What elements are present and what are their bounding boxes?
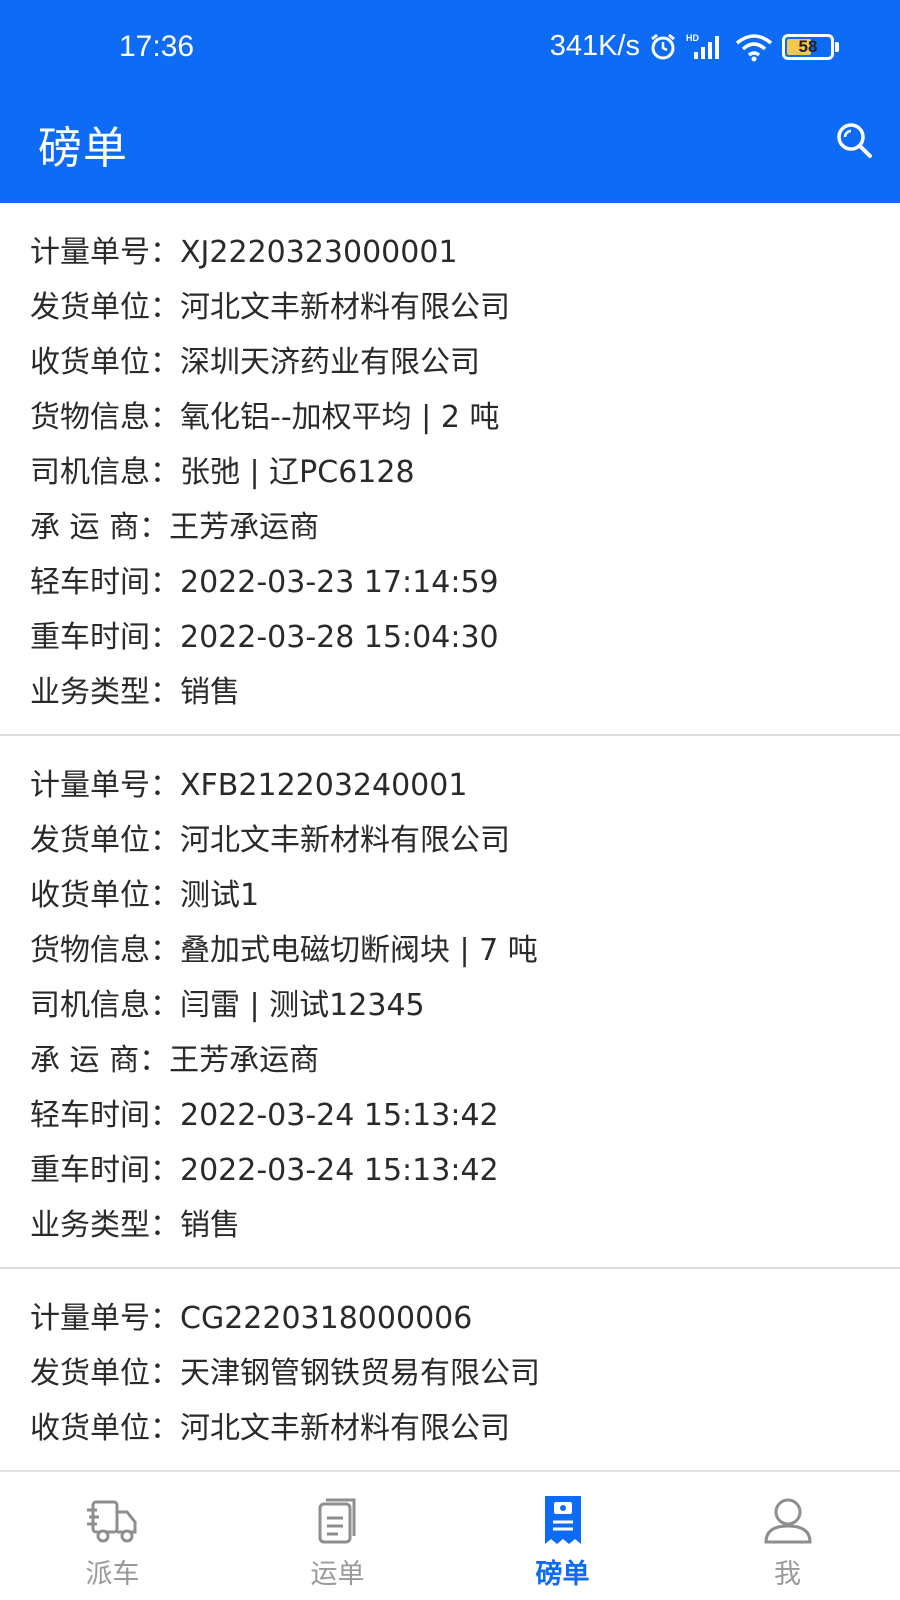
bottom-tabbar: 派车 运单 磅单 我 bbox=[0, 1471, 900, 1600]
weigh-ticket-card[interactable]: 计量单号：XJ2220323000001 发货单位：河北文丰新材料有限公司 收货单位… bbox=[0, 203, 900, 736]
field-row: 业务类型：销售 bbox=[30, 1198, 900, 1253]
field-value: 2022-03-23 17:14:59 bbox=[180, 565, 499, 600]
field-value: 销售 bbox=[180, 675, 240, 710]
weigh-ticket-list[interactable]: 计量单号：XJ2220323000001 发货单位：河北文丰新材料有限公司 收货单位… bbox=[0, 203, 900, 1471]
battery-level: 58 bbox=[798, 36, 818, 56]
field-row: 发货单位：天津钢管钢铁贸易有限公司 bbox=[30, 1346, 900, 1401]
app-header: 17:36 341K/s HD 58 磅单 bbox=[0, 0, 900, 203]
field-label: 计量单号： bbox=[30, 768, 180, 803]
field-row: 货物信息：叠加式电磁切断阀块 | 7 吨 bbox=[30, 923, 900, 978]
field-label: 司机信息： bbox=[30, 455, 180, 490]
field-label: 计量单号： bbox=[30, 1301, 180, 1336]
field-value: 2022-03-24 15:13:42 bbox=[180, 1153, 499, 1188]
field-row: 货物信息：氧化铝--加权平均 | 2 吨 bbox=[30, 390, 900, 445]
page-title: 磅单 bbox=[38, 123, 128, 174]
field-label: 轻车时间： bbox=[30, 1098, 180, 1133]
field-value: CG2220318000006 bbox=[180, 1301, 473, 1336]
tab-label: 运单 bbox=[310, 1559, 365, 1590]
network-speed: 341K/s bbox=[549, 30, 640, 62]
truck-icon bbox=[83, 1490, 143, 1550]
field-label: 收货单位： bbox=[30, 1411, 180, 1446]
field-row: 业务类型：销售 bbox=[30, 665, 900, 720]
hd-signal-icon: HD bbox=[686, 32, 726, 62]
field-row: 重车时间：2022-03-24 15:13:42 bbox=[30, 1143, 900, 1198]
field-value: 河北文丰新材料有限公司 bbox=[180, 290, 510, 325]
field-label: 货物信息： bbox=[30, 400, 180, 435]
field-row: 计量单号：XFB212203240001 bbox=[30, 758, 900, 813]
field-row: 计量单号：XJ2220323000001 bbox=[30, 225, 900, 280]
field-label: 发货单位： bbox=[30, 290, 180, 325]
tab-weigh-ticket[interactable]: 磅单 bbox=[450, 1472, 675, 1600]
field-value: 氧化铝--加权平均 | 2 吨 bbox=[180, 400, 500, 435]
search-icon[interactable] bbox=[828, 114, 880, 166]
field-label: 重车时间： bbox=[30, 1153, 180, 1188]
tab-label: 我 bbox=[774, 1559, 801, 1590]
field-row: 计量单号：CG2220318000006 bbox=[30, 1291, 900, 1346]
field-label: 收货单位： bbox=[30, 878, 180, 913]
field-label: 发货单位： bbox=[30, 823, 180, 858]
field-row: 收货单位：深圳天济药业有限公司 bbox=[30, 335, 900, 390]
tab-user[interactable]: 我 bbox=[675, 1472, 900, 1600]
field-value: 张弛 | 辽PC6128 bbox=[180, 455, 415, 490]
field-value: 深圳天济药业有限公司 bbox=[180, 345, 480, 380]
alarm-icon bbox=[648, 32, 678, 62]
status-time: 17:36 bbox=[119, 30, 195, 63]
weigh-ticket-card[interactable]: 计量单号：XFB212203240001 发货单位：河北文丰新材料有限公司 收货单位… bbox=[0, 736, 900, 1269]
field-label: 收货单位： bbox=[30, 345, 180, 380]
field-row: 轻车时间：2022-03-23 17:14:59 bbox=[30, 555, 900, 610]
weigh-ticket-card[interactable]: 计量单号：CG2220318000006 发货单位：天津钢管钢铁贸易有限公司 收货单… bbox=[0, 1269, 900, 1471]
field-value: 2022-03-24 15:13:42 bbox=[180, 1098, 499, 1133]
field-row: 司机信息：张弛 | 辽PC6128 bbox=[30, 445, 900, 500]
field-row: 承 运 商：王芳承运商 bbox=[30, 1033, 900, 1088]
field-value: 王芳承运商 bbox=[169, 510, 320, 545]
field-label: 重车时间： bbox=[30, 620, 180, 655]
field-value: 王芳承运商 bbox=[169, 1043, 320, 1078]
field-value: 叠加式电磁切断阀块 | 7 吨 bbox=[180, 933, 538, 968]
field-row: 司机信息：闫雷 | 测试12345 bbox=[30, 978, 900, 1033]
field-value: 河北文丰新材料有限公司 bbox=[180, 1411, 510, 1446]
wifi-icon bbox=[734, 32, 774, 62]
svg-text:HD: HD bbox=[686, 33, 699, 43]
field-value: 河北文丰新材料有限公司 bbox=[180, 823, 510, 858]
battery-icon: 58 bbox=[782, 33, 840, 60]
status-indicators: 341K/s HD 58 bbox=[550, 30, 840, 63]
tab-document[interactable]: 运单 bbox=[225, 1472, 450, 1600]
field-row: 发货单位：河北文丰新材料有限公司 bbox=[30, 813, 900, 868]
field-label: 承 运 商： bbox=[30, 1043, 170, 1078]
weigh-ticket-icon bbox=[533, 1490, 593, 1550]
tab-label: 派车 bbox=[85, 1559, 140, 1590]
field-value: 天津钢管钢铁贸易有限公司 bbox=[180, 1356, 540, 1391]
field-row: 收货单位：河北文丰新材料有限公司 bbox=[30, 1401, 900, 1456]
field-row: 重车时间：2022-03-28 15:04:30 bbox=[30, 610, 900, 665]
field-value: 测试1 bbox=[180, 878, 260, 913]
tab-truck[interactable]: 派车 bbox=[0, 1472, 225, 1600]
field-label: 业务类型： bbox=[30, 675, 180, 710]
field-row: 承 运 商：王芳承运商 bbox=[30, 500, 900, 555]
field-label: 计量单号： bbox=[30, 235, 180, 270]
field-value: XFB212203240001 bbox=[180, 768, 468, 803]
field-value: XJ2220323000001 bbox=[180, 235, 458, 270]
field-row: 轻车时间：2022-03-24 15:13:42 bbox=[30, 1088, 900, 1143]
field-label: 轻车时间： bbox=[30, 565, 180, 600]
field-label: 承 运 商： bbox=[30, 510, 170, 545]
field-value: 2022-03-28 15:04:30 bbox=[180, 620, 499, 655]
field-row: 收货单位：测试1 bbox=[30, 868, 900, 923]
field-label: 业务类型： bbox=[30, 1208, 180, 1243]
status-bar: 17:36 341K/s HD 58 bbox=[0, 0, 900, 100]
field-row: 发货单位：河北文丰新材料有限公司 bbox=[30, 280, 900, 335]
field-value: 闫雷 | 测试12345 bbox=[180, 988, 425, 1023]
tab-label: 磅单 bbox=[535, 1559, 590, 1590]
field-label: 司机信息： bbox=[30, 988, 180, 1023]
field-value: 销售 bbox=[180, 1208, 240, 1243]
field-label: 货物信息： bbox=[30, 933, 180, 968]
title-bar: 磅单 bbox=[0, 100, 900, 203]
field-label: 发货单位： bbox=[30, 1356, 180, 1391]
user-icon bbox=[758, 1490, 818, 1550]
document-icon bbox=[308, 1490, 368, 1550]
